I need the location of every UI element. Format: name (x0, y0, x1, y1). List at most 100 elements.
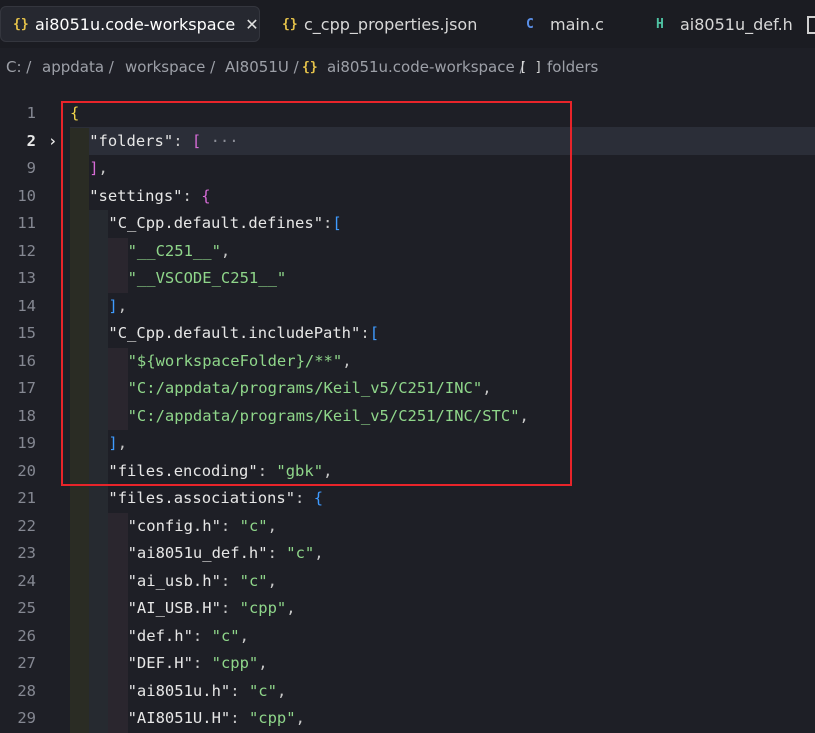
line-number: 16 (17, 351, 36, 370)
json-key: "def.h" (127, 626, 193, 645)
json-string: "c" (248, 681, 277, 700)
tab-main-c[interactable]: C main.c (514, 6, 634, 42)
indent-guide (108, 650, 128, 678)
indent-guide (70, 347, 90, 375)
punctuation: : (192, 626, 203, 645)
indent-guide (89, 705, 109, 733)
code-text: "folders": [ ··· (89, 128, 238, 156)
line-number: 21 (17, 489, 36, 507)
breadcrumb-item[interactable]: C: / (6, 58, 31, 76)
indent-guide (70, 430, 90, 458)
punctuation: , (323, 461, 333, 480)
tab-c-cpp-properties[interactable]: {} c_cpp_properties.json (270, 6, 500, 42)
line-number: 10 (17, 186, 36, 205)
indent-guide (108, 375, 128, 403)
indent-guide (89, 622, 109, 650)
indent-guide (108, 567, 128, 595)
breadcrumb: C: / appdata / workspace / AI8051U / {} … (0, 56, 815, 80)
fold-chevron-icon[interactable]: › (48, 128, 62, 156)
code-editor[interactable]: 1{2 › "folders": [ ··· 9], 10 "settings": {11… (0, 92, 815, 733)
indent-guide (70, 127, 90, 155)
punctuation: : (230, 709, 240, 727)
bracket: { (201, 186, 211, 205)
line-number: 22 (17, 516, 36, 535)
code-line: 23 "ai8051u_def.h": "c", (0, 540, 815, 568)
tab-ai8051u-def-h[interactable]: H ai8051u_def.h (644, 6, 804, 42)
json-string: "c" (211, 626, 240, 645)
code-line: 21 "files.associations": { (0, 485, 815, 513)
line-number: 11 (17, 214, 36, 232)
code-text: "C:/appdata/programs/Keil_v5/C251/INC/ST… (128, 403, 529, 431)
punctuation (202, 654, 211, 672)
json-key: "C_Cpp.default.defines" (108, 214, 324, 232)
code-line: 24 "ai_usb.h": "c", (0, 567, 815, 595)
punctuation: , (220, 241, 231, 260)
line-number: 23 (17, 544, 36, 562)
code-text: "__C251__", (128, 238, 231, 266)
indent-guide (89, 402, 109, 430)
json-string: "gbk" (276, 461, 324, 480)
code-text: "C_Cpp.default.defines":[ (108, 210, 341, 238)
line-number: 19 (17, 434, 36, 452)
indent-guide (70, 457, 90, 485)
punctuation: , (276, 681, 287, 700)
json-key: "ai8051u.h" (127, 681, 231, 700)
indent-guide (70, 595, 90, 623)
code-text: "${workspaceFolder}/**", (128, 348, 352, 376)
indent-guide (70, 265, 90, 293)
punctuation (267, 462, 276, 480)
code-line: 11 "C_Cpp.default.defines":[ (0, 210, 815, 238)
breadcrumb-item[interactable]: folders (547, 58, 598, 76)
json-string: "C:/appdata/programs/Keil_v5/C251/INC/ST… (127, 406, 520, 425)
indent-guide (108, 402, 128, 430)
indent-guide (89, 650, 109, 678)
punctuation (240, 709, 249, 727)
json-string: "${workspaceFolder}/**" (127, 351, 343, 370)
punctuation (192, 187, 201, 205)
code-line: 2 › "folders": [ ··· (0, 127, 815, 156)
json-key: "AI8051U.H" (127, 709, 231, 727)
tab-workspace[interactable]: {} ai8051u.code-workspace ✕ (0, 6, 260, 42)
code-text: "__VSCODE_C251__" (128, 265, 287, 293)
indent-guide (70, 705, 90, 733)
indent-guide (70, 237, 90, 265)
tab-label: ai8051u.code-workspace (35, 14, 236, 34)
json-string: "c" (239, 516, 268, 535)
code-text: "AI8051U.H": "cpp", (128, 705, 305, 733)
indent-guide (89, 512, 109, 540)
code-text: "AI_USB.H": "cpp", (128, 595, 296, 623)
code-text: "ai8051u.h": "c", (128, 678, 287, 706)
breadcrumb-item[interactable]: workspace / (125, 58, 215, 76)
indent-guide (108, 595, 128, 623)
code-text: { (70, 100, 79, 128)
indent-guide (89, 567, 109, 595)
indent-guide (89, 540, 109, 568)
indent-guide (108, 540, 128, 568)
breadcrumb-item[interactable]: appdata / (42, 58, 114, 76)
code-text: "config.h": "c", (128, 513, 277, 541)
punctuation: , (314, 544, 324, 562)
indent-guide (89, 430, 109, 458)
breadcrumb-item[interactable]: AI8051U / (225, 58, 299, 76)
indent-guide (108, 347, 128, 375)
line-number: 20 (17, 461, 36, 480)
indent-guide (70, 512, 90, 540)
json-string: "cpp" (239, 599, 287, 617)
punctuation: : (360, 324, 370, 342)
indent-guide (89, 237, 109, 265)
indent-guide (70, 182, 90, 210)
overflow-tab-icon[interactable] (807, 16, 815, 34)
code-line: 16 "${workspaceFolder}/**", (0, 347, 815, 376)
indent-guide (89, 485, 109, 513)
json-key: "folders" (89, 131, 174, 150)
indent-guide (70, 320, 90, 348)
indent-guide (108, 265, 128, 293)
code-line: 20 "files.encoding": "gbk", (0, 457, 815, 485)
code-line: 29 "AI8051U.H": "cpp", (0, 705, 815, 733)
bracket: ] (108, 296, 118, 315)
indent-guide (89, 292, 109, 320)
close-icon[interactable]: ✕ (245, 15, 258, 34)
indent-guide (70, 155, 90, 183)
code-text: "files.associations": { (108, 485, 323, 513)
breadcrumb-item[interactable]: ai8051u.code-workspace / (327, 58, 525, 76)
